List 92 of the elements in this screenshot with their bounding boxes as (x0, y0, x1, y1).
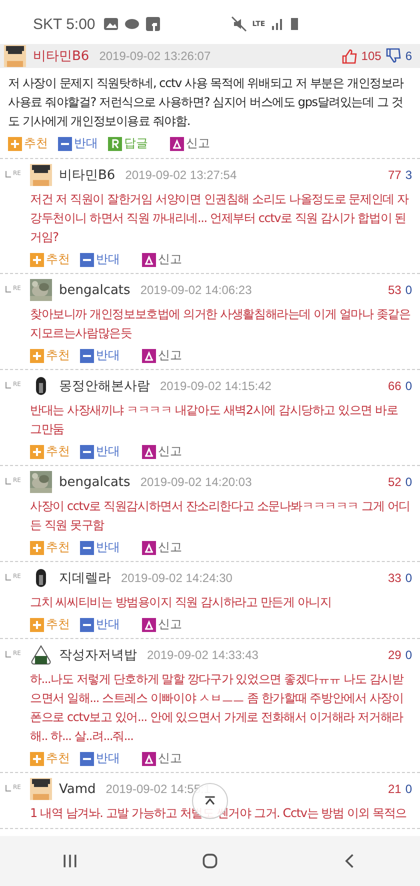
dislike-count: 0 (405, 475, 412, 489)
minus-icon (58, 136, 72, 150)
action-button[interactable]: 추천 (30, 539, 70, 556)
dislike-count: 0 (405, 283, 412, 297)
like-count: 77 (388, 168, 402, 182)
comment-text: 사장이 cctv로 직원감시하면서 잔소리한다고 소문나봐ㅋㅋㅋㅋㅋ 그게 어디든 직원 못구함 (30, 498, 411, 534)
thumbs-down-icon (385, 48, 402, 64)
dislike-count: 6 (405, 49, 412, 63)
reply-icon (108, 136, 122, 150)
action-button[interactable]: 반대 (80, 750, 120, 767)
action-button[interactable]: 반대 (80, 616, 120, 633)
username[interactable]: 몽정안해본사람 (59, 377, 150, 395)
action-button[interactable]: 반대 (80, 251, 120, 268)
report-icon (170, 136, 184, 150)
username[interactable]: Vamd (59, 782, 96, 796)
action-button[interactable]: 추천 (8, 135, 48, 152)
minus-icon (80, 540, 94, 554)
dislike-count: 0 (405, 379, 412, 393)
username[interactable]: 지데렐라 (59, 569, 111, 587)
username[interactable]: 비타민B6 (33, 47, 90, 65)
plus-icon (30, 540, 44, 554)
like-count: 53 (388, 283, 402, 297)
minus-icon (80, 252, 94, 266)
username[interactable]: 비타민B6 (59, 166, 116, 184)
timestamp: 2019-09-02 14:33:43 (147, 648, 258, 662)
action-button[interactable]: 반대 (80, 347, 120, 364)
action-button[interactable]: 신고 (170, 135, 210, 152)
username[interactable]: bengalcats (59, 474, 130, 490)
action-button[interactable]: 추천 (30, 251, 70, 268)
plus-icon (30, 752, 44, 766)
report-icon (142, 348, 156, 362)
carrier-time: SKT 5:00 (33, 16, 96, 32)
comment-text: 반대는 사장새끼냐 ㅋㅋㅋㅋ 내같아도 새벽2시에 감시당하고 있으면 바로 그만둠 (30, 402, 399, 438)
minus-icon (80, 348, 94, 362)
mute-icon (231, 16, 248, 32)
like-count: 29 (388, 648, 402, 662)
action-button[interactable]: 추천 (30, 347, 70, 364)
dislike-count: 0 (405, 782, 412, 796)
action-button[interactable]: 신고 (142, 539, 182, 556)
report-icon (142, 752, 156, 766)
minus-icon (80, 444, 94, 458)
dislike-count: 0 (405, 648, 412, 662)
report-icon (142, 540, 156, 554)
action-button[interactable]: 추천 (30, 616, 70, 633)
plus-icon (30, 618, 44, 632)
report-icon (142, 618, 156, 632)
action-button[interactable]: 신고 (142, 251, 182, 268)
like-count: 21 (388, 782, 402, 796)
dislike-count: 3 (405, 168, 412, 182)
like-count: 33 (388, 571, 402, 585)
minus-icon (80, 618, 94, 632)
action-button[interactable]: 신고 (142, 750, 182, 767)
timestamp: 2019-09-02 14:06:23 (140, 283, 252, 297)
recent-apps-icon[interactable] (61, 852, 79, 870)
battery-icon (289, 16, 300, 32)
plus-icon (30, 348, 44, 362)
thumbs-up-icon (341, 48, 358, 64)
report-icon (142, 252, 156, 266)
minus-icon (80, 752, 94, 766)
timestamp: 2019-09-02 13:27:54 (125, 168, 237, 182)
action-button[interactable]: 추천 (30, 750, 70, 767)
timestamp: 2019-09-02 13:26:07 (99, 49, 211, 63)
like-count: 52 (388, 475, 402, 489)
action-button[interactable]: 신고 (142, 443, 182, 460)
signal-icon (270, 16, 284, 32)
action-button[interactable]: 반대 (58, 135, 98, 152)
plus-icon (8, 136, 22, 150)
gallery-icon (103, 16, 120, 32)
plus-icon (30, 252, 44, 266)
comment-text: 하...나도 저렇게 단호하게 말할 깡다구가 있었으면 좋겠다ㅠㅠ 나도 감시받으면서 일해... 스트레스 이빠이야 ㅅㅂㅡㅡ 좀 한가할때 주방안에서 사장이 폰으로 cctv보고 있어... 안에 있으면서 가게로 전화해서 이거해라 저거해라해.. 하... 살..려...줘... (30, 671, 405, 745)
like-count: 105 (361, 49, 382, 63)
dislike-count: 0 (405, 571, 412, 585)
timestamp: 2019-09-02 14:24:30 (121, 571, 232, 585)
action-button[interactable]: 신고 (142, 616, 182, 633)
comment-text: 저 사장이 문제지 직원탓하네, cctv 사용 목적에 위배되고 저 부분은 개인정보라 사용료 줘야할걸? 저런식으로 사용하면? 심지어 버스에도 gps달려있는데 그 것도 기사에게 개인정보이용료 줘야함. (8, 75, 405, 130)
action-button[interactable]: 답글 (108, 135, 148, 152)
username[interactable]: bengalcats (59, 282, 130, 298)
facebook-icon (145, 16, 162, 32)
report-icon (142, 444, 156, 458)
username[interactable]: 작성자저녁밥 (59, 646, 137, 664)
action-button[interactable]: 반대 (80, 443, 120, 460)
comment-text: 저건 저 직원이 잘한거임 서양이면 인권침해 소리도 나올정도로 문제인데 자강두천이니 하면서 직원 까내리네... 언제부터 cctv로 직원 감시가 합법이 된거임? (30, 191, 410, 246)
action-button[interactable]: 추천 (30, 443, 70, 460)
comment-text: 그치 씨씨티비는 방범용이지 직원 감시하라고 만든게 아니지 (30, 594, 332, 611)
home-icon[interactable] (201, 852, 219, 870)
plus-icon (30, 444, 44, 458)
comment-text: 찾아보니까 개인정보보호법에 의거한 사생활침해라는데 이게 얼마나 좆같은지모르는사람많은듯 (30, 306, 412, 342)
action-button[interactable]: 반대 (80, 539, 120, 556)
like-count: 66 (388, 379, 402, 393)
timestamp: 2019-09-02 14:20:03 (140, 475, 252, 489)
timestamp: 2019-09-02 14:15:42 (160, 379, 272, 393)
action-button[interactable]: 신고 (142, 347, 182, 364)
